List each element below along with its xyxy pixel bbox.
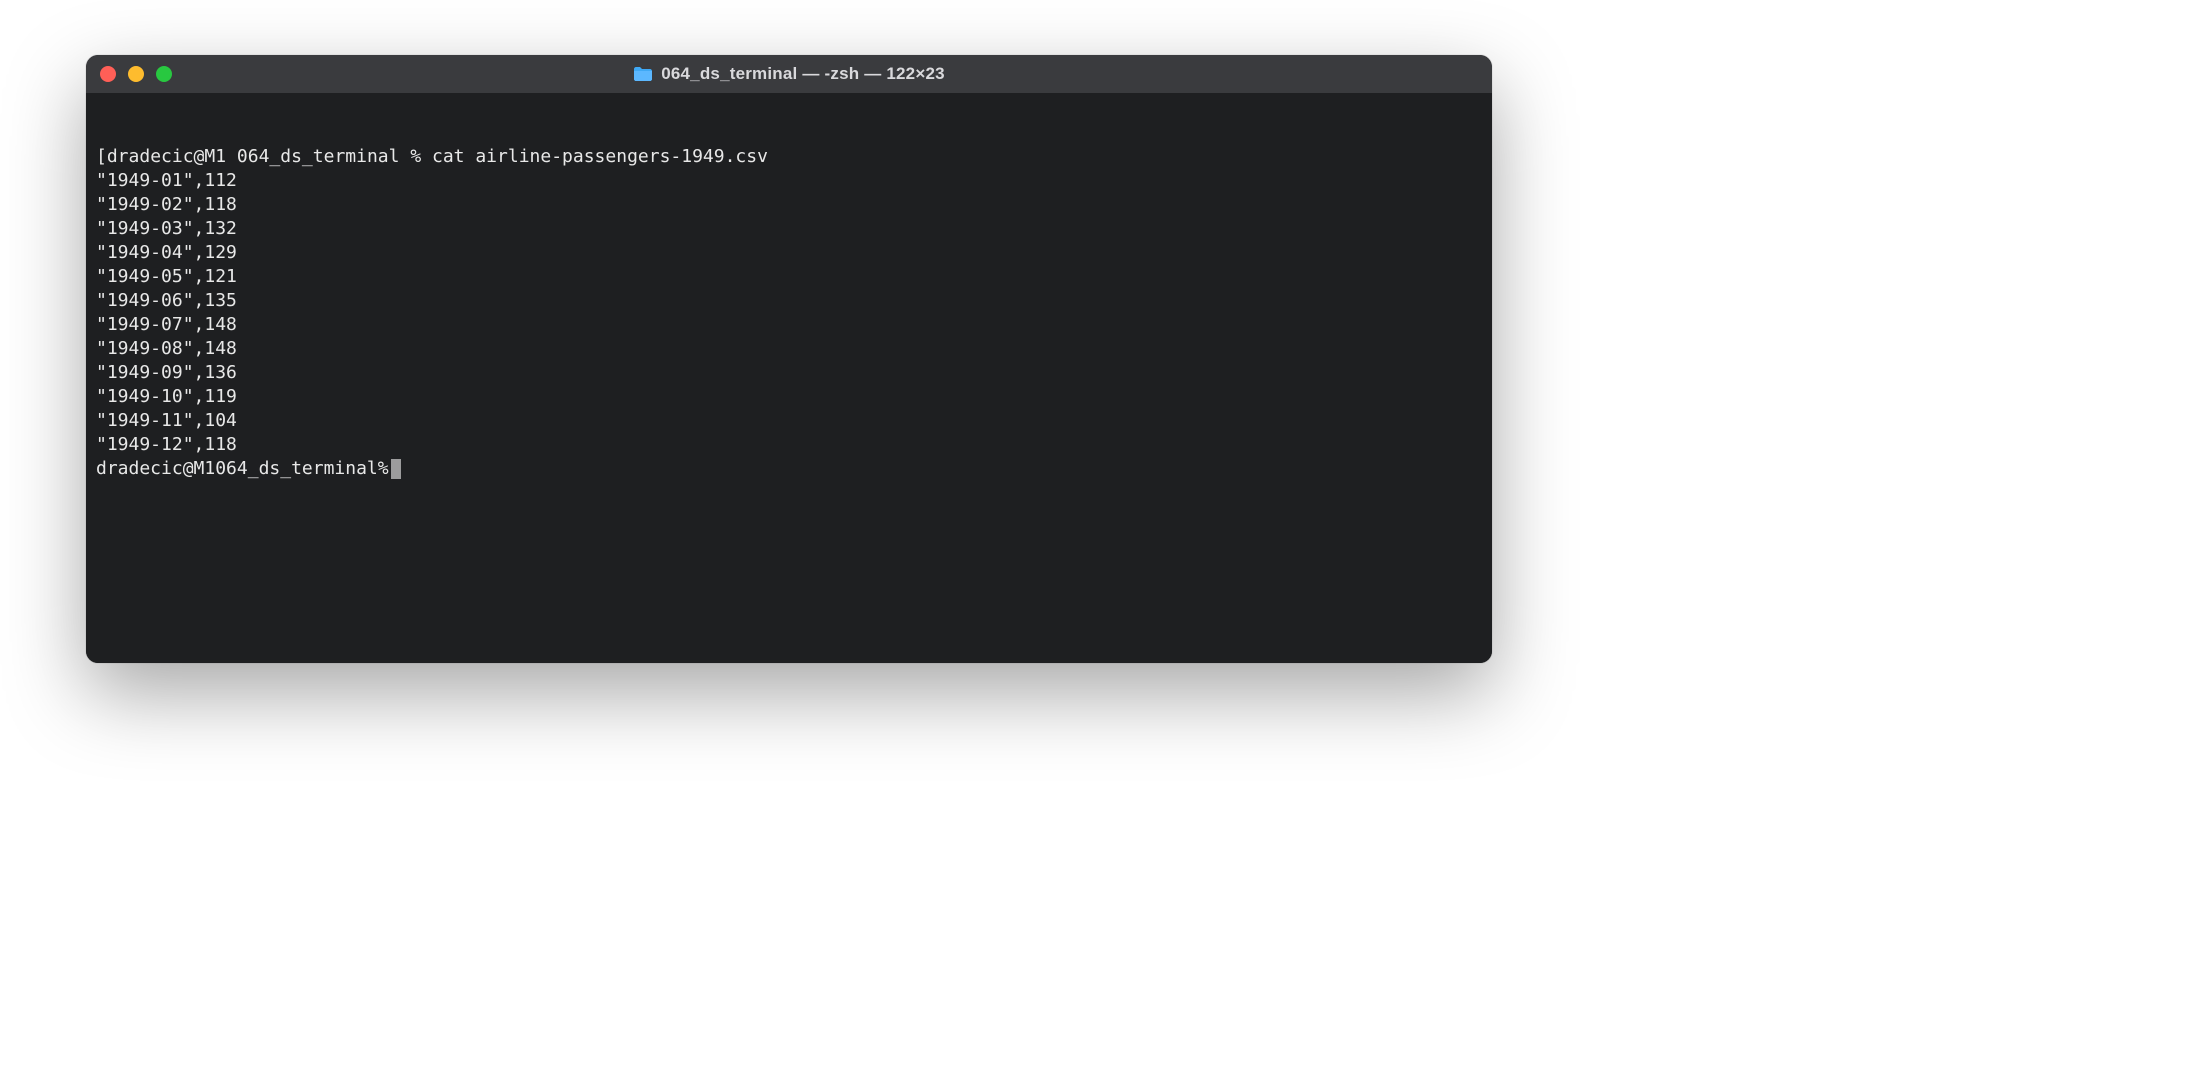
terminal-body[interactable]: [dradecic@M1 064_ds_terminal % cat airli… bbox=[86, 93, 1492, 663]
output-line: "1949-10",119 bbox=[96, 385, 1482, 409]
prompt-user-host: dradecic@M1 bbox=[107, 146, 226, 167]
zoom-icon[interactable] bbox=[156, 66, 172, 82]
cursor-icon bbox=[391, 459, 401, 479]
titlebar[interactable]: 064_ds_terminal — -zsh — 122×23 bbox=[86, 55, 1492, 93]
prompt-cwd: 064_ds_terminal bbox=[237, 146, 400, 167]
prompt-user-host: dradecic@M1 bbox=[96, 457, 215, 481]
command-text: cat airline-passengers-1949.csv bbox=[432, 146, 768, 167]
output-line: "1949-03",132 bbox=[96, 217, 1482, 241]
prompt-bracket-open: [ bbox=[96, 146, 107, 167]
traffic-lights bbox=[100, 66, 172, 82]
prompt-symbol: % bbox=[410, 146, 421, 167]
output-line: "1949-04",129 bbox=[96, 241, 1482, 265]
output-line: "1949-01",112 bbox=[96, 169, 1482, 193]
folder-icon bbox=[633, 66, 653, 82]
output-line: "1949-09",136 bbox=[96, 361, 1482, 385]
output-line: "1949-11",104 bbox=[96, 409, 1482, 433]
minimize-icon[interactable] bbox=[128, 66, 144, 82]
window-title: 064_ds_terminal — -zsh — 122×23 bbox=[661, 64, 945, 84]
prompt-symbol: % bbox=[378, 457, 389, 481]
output-line: "1949-08",148 bbox=[96, 337, 1482, 361]
prompt-line[interactable]: dradecic@M1 064_ds_terminal % bbox=[96, 457, 1482, 481]
command-line: [dradecic@M1 064_ds_terminal % cat airli… bbox=[96, 145, 1482, 169]
output-line: "1949-02",118 bbox=[96, 193, 1482, 217]
title-center: 064_ds_terminal — -zsh — 122×23 bbox=[86, 64, 1492, 84]
output-line: "1949-06",135 bbox=[96, 289, 1482, 313]
output-line: "1949-05",121 bbox=[96, 265, 1482, 289]
prompt-cwd: 064_ds_terminal bbox=[215, 457, 378, 481]
output-line: "1949-07",148 bbox=[96, 313, 1482, 337]
terminal-window: 064_ds_terminal — -zsh — 122×23 [dradeci… bbox=[86, 55, 1492, 663]
close-icon[interactable] bbox=[100, 66, 116, 82]
output-line: "1949-12",118 bbox=[96, 433, 1482, 457]
